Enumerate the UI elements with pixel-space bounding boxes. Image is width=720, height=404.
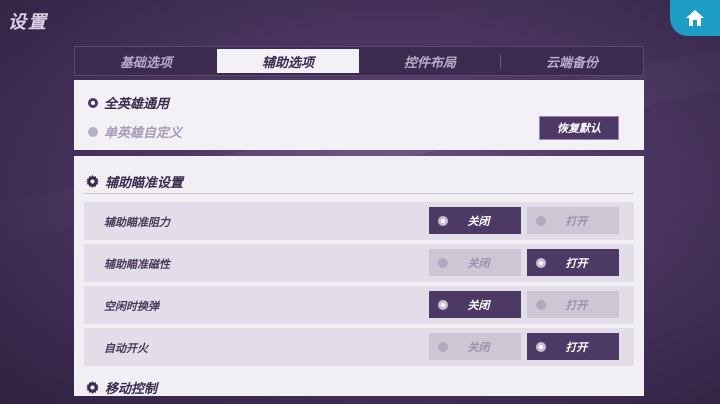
toggle-on-button[interactable]: 打开 — [527, 207, 619, 234]
home-icon — [686, 10, 704, 26]
radio-unselected-icon — [438, 341, 448, 352]
toggle-off-button[interactable]: 关闭 — [429, 207, 521, 234]
section-divider — [84, 193, 634, 194]
setting-row-aim-magnet: 辅助瞄准磁性 关闭 打开 — [84, 244, 634, 282]
gear-icon — [86, 381, 99, 394]
toggle-on-button[interactable]: 打开 — [527, 291, 619, 318]
setting-label: 辅助瞄准磁性 — [104, 258, 170, 271]
section-aim-header: 辅助瞄准设置 — [86, 172, 183, 191]
tab-cloud-backup[interactable]: 云端备份 — [501, 47, 643, 75]
radio-selected-icon — [536, 257, 546, 268]
setting-label: 空闲时换弹 — [104, 300, 159, 313]
tab-assist[interactable]: 辅助选项 — [217, 49, 359, 73]
radio-single-hero[interactable]: 单英雄自定义 — [88, 122, 182, 141]
reset-default-button[interactable]: 恢复默认 — [539, 116, 619, 140]
setting-label: 辅助瞄准阻力 — [104, 216, 170, 229]
radio-all-heroes[interactable]: 全英雄通用 — [88, 93, 169, 112]
radio-unselected-icon — [438, 257, 448, 268]
radio-selected-icon — [536, 341, 546, 352]
setting-row-idle-reload: 空闲时换弹 关闭 打开 — [84, 286, 634, 324]
toggle-off-button[interactable]: 关闭 — [429, 249, 521, 276]
setting-label: 自动开火 — [104, 342, 148, 355]
setting-row-auto-fire: 自动开火 关闭 打开 — [84, 328, 634, 366]
section-move-header: 移动控制 — [86, 378, 157, 396]
toggle-off-button[interactable]: 关闭 — [429, 333, 521, 360]
settings-panel: 辅助瞄准设置 辅助瞄准阻力 关闭 打开 辅助瞄准磁性 关闭 打开 空闲时换弹 关… — [74, 156, 644, 396]
tab-bar: 基础选项 辅助选项 控件布局 云端备份 — [74, 46, 644, 76]
home-button[interactable] — [670, 0, 720, 36]
toggle-off-button[interactable]: 关闭 — [429, 291, 521, 318]
radio-unselected-icon — [536, 299, 546, 310]
hero-mode-panel: 全英雄通用 单英雄自定义 恢复默认 — [74, 80, 644, 150]
radio-selected-icon — [438, 299, 448, 310]
tab-controls-layout[interactable]: 控件布局 — [359, 47, 501, 75]
tab-basic[interactable]: 基础选项 — [75, 47, 217, 75]
gear-icon — [86, 175, 99, 188]
radio-unselected-icon — [536, 215, 546, 226]
page-title: 设置 — [8, 12, 48, 33]
toggle-on-button[interactable]: 打开 — [527, 333, 619, 360]
radio-unselected-icon — [88, 126, 98, 137]
radio-selected-icon — [438, 215, 448, 226]
setting-row-aim-drag: 辅助瞄准阻力 关闭 打开 — [84, 202, 634, 240]
radio-selected-icon — [88, 97, 98, 108]
toggle-on-button[interactable]: 打开 — [527, 249, 619, 276]
